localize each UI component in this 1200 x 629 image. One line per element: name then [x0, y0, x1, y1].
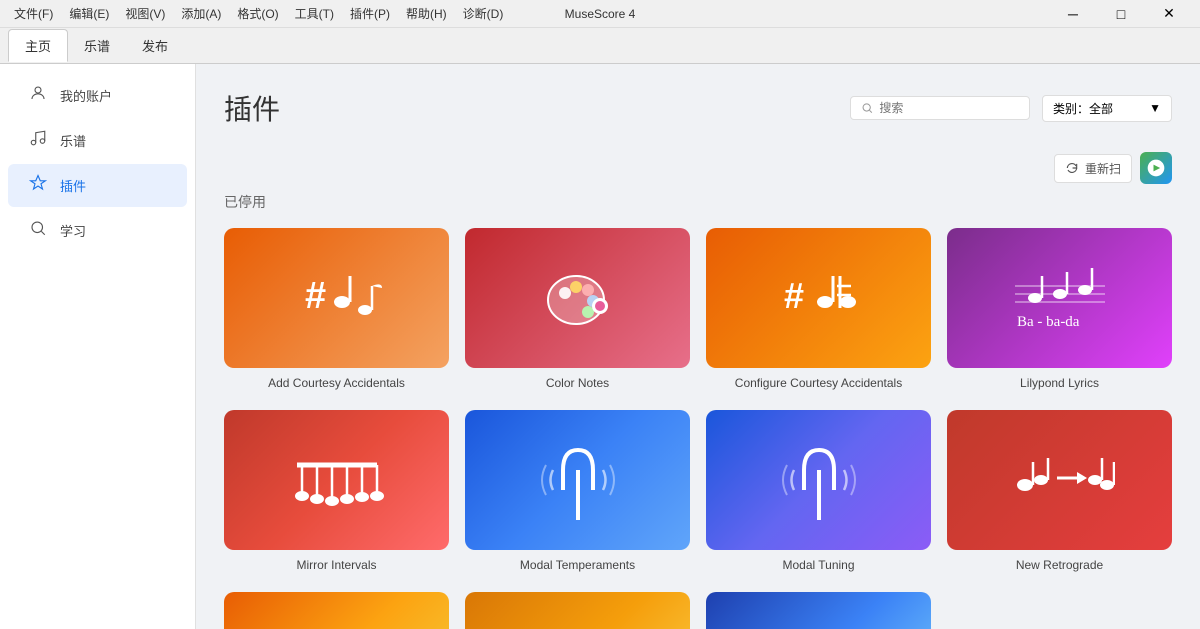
plugin-thumb-mirror — [224, 410, 449, 550]
plugin-thumb-11 — [706, 592, 931, 629]
minimize-button[interactable]: ─ — [1050, 0, 1096, 28]
plugin-color-notes[interactable]: Color Notes — [465, 228, 690, 390]
sidebar-item-scores-label: 乐谱 — [60, 131, 86, 150]
palette-icon — [538, 258, 618, 338]
chevron-down-icon: ▼ — [1149, 101, 1161, 115]
tab-publish[interactable]: 发布 — [126, 30, 184, 61]
category-select[interactable]: 类别：全部 ▼ — [1042, 95, 1172, 122]
plugin-grid-row3: C D E — [224, 592, 1172, 629]
tab-score[interactable]: 乐谱 — [68, 30, 126, 61]
app-title: MuseScore 4 — [565, 7, 636, 21]
plugin-modal-temperaments[interactable]: Modal Temperaments — [465, 410, 690, 572]
menu-file[interactable]: 文件(F) — [8, 3, 59, 24]
plugin-thumb-modal-temp — [465, 410, 690, 550]
plugins-icon — [28, 174, 48, 197]
search-input[interactable] — [879, 101, 1019, 115]
search-icon — [861, 101, 873, 115]
plugin-thumb-color-notes — [465, 228, 690, 368]
window-controls: ─ □ ✕ — [1050, 0, 1192, 28]
plugin-thumb-10: # — [465, 592, 690, 629]
content-area: 插件 类别：全部 ▼ 重新扫 — [196, 64, 1200, 629]
plugin-chords-cde[interactable]: C D E — [224, 592, 449, 629]
menu-bar: 文件(F) 编辑(E) 视图(V) 添加(A) 格式(O) 工具(T) 插件(P… — [8, 3, 509, 24]
sidebar-item-learn-label: 学习 — [60, 221, 86, 240]
plugin-name-configure-accidentals: Configure Courtesy Accidentals — [706, 376, 931, 390]
main-layout: 我的账户 乐谱 插件 学习 插件 — [0, 64, 1200, 629]
menu-edit[interactable]: 编辑(E) — [63, 3, 115, 24]
sidebar-item-account-label: 我的账户 — [60, 86, 112, 105]
plugin-new-retrograde[interactable]: New Retrograde — [947, 410, 1172, 572]
sidebar: 我的账户 乐谱 插件 学习 — [0, 64, 196, 629]
tuningfork2-icon — [779, 435, 859, 525]
plugin-thumb-retrograde — [947, 410, 1172, 550]
menu-tools[interactable]: 工具(T) — [289, 3, 340, 24]
content-header: 插件 类别：全部 ▼ — [224, 88, 1172, 128]
plugin-grid-row2: Mirror Intervals — [224, 410, 1172, 572]
sidebar-item-plugins-label: 插件 — [60, 176, 86, 195]
plugin-thumb-modal-tuning — [706, 410, 931, 550]
tab-bar: 主页 乐谱 发布 — [0, 28, 1200, 64]
accidentals-icon: # — [287, 258, 387, 338]
sidebar-item-plugins[interactable]: 插件 — [8, 164, 187, 207]
maximize-button[interactable]: □ — [1098, 0, 1144, 28]
sidebar-item-scores[interactable]: 乐谱 — [8, 119, 187, 162]
plugin-10[interactable]: # — [465, 592, 690, 629]
refresh-icon — [1065, 161, 1079, 175]
refresh-button[interactable]: 重新扫 — [1054, 154, 1132, 183]
menu-help[interactable]: 帮助(H) — [400, 3, 453, 24]
menu-view[interactable]: 视图(V) — [119, 3, 171, 24]
svg-text:#: # — [784, 275, 804, 316]
header-right: 类别：全部 ▼ — [850, 95, 1172, 122]
plugin10-icon: # — [528, 622, 628, 629]
lyrics-icon: Ba - ba-da — [1005, 258, 1115, 338]
plugin-modal-tuning[interactable]: Modal Tuning — [706, 410, 931, 572]
menu-format[interactable]: 格式(O) — [231, 3, 284, 24]
page-title: 插件 — [224, 88, 280, 128]
menu-debug[interactable]: 诊断(D) — [457, 3, 510, 24]
close-button[interactable]: ✕ — [1146, 0, 1192, 28]
account-icon — [28, 84, 48, 107]
plugin-name-lilypond: Lilypond Lyrics — [947, 376, 1172, 390]
plugin-configure-accidentals[interactable]: # Configure Courtesy Accidentals — [706, 228, 931, 390]
plugin-11[interactable] — [706, 592, 931, 629]
plugin-lilypond[interactable]: Ba - ba-da Lilypond Lyrics — [947, 228, 1172, 390]
svg-text:Ba - ba-da: Ba - ba-da — [1017, 314, 1080, 330]
musescore-logo-icon — [1146, 158, 1166, 178]
plugin-add-courtesy-accidentals[interactable]: # Add Courtesy Accidentals — [224, 228, 449, 390]
mirror-icon — [282, 440, 392, 520]
sidebar-item-account[interactable]: 我的账户 — [8, 74, 187, 117]
plugin-mirror-intervals[interactable]: Mirror Intervals — [224, 410, 449, 572]
plugin-thumb-accidentals: # — [224, 228, 449, 368]
menu-add[interactable]: 添加(A) — [175, 3, 227, 24]
search-box[interactable] — [850, 96, 1030, 120]
section-disabled-title: 已停用 — [224, 192, 1172, 212]
plugin-thumb-chords: C D E — [224, 592, 449, 629]
musescore-logo — [1140, 152, 1172, 184]
menu-plugins[interactable]: 插件(P) — [344, 3, 396, 24]
titlebar: 文件(F) 编辑(E) 视图(V) 添加(A) 格式(O) 工具(T) 插件(P… — [0, 0, 1200, 28]
plugin11-icon — [779, 617, 859, 629]
scores-icon — [28, 129, 48, 152]
retrograde-icon — [1005, 440, 1115, 520]
plugin-name-modal-tuning: Modal Tuning — [706, 558, 931, 572]
plugin-thumb-configure: # — [706, 228, 931, 368]
tab-home[interactable]: 主页 — [8, 29, 68, 62]
plugin-name-color-notes: Color Notes — [465, 376, 690, 390]
configure-accidentals-icon: # — [769, 258, 869, 338]
learn-icon — [28, 219, 48, 242]
tuningfork-icon — [538, 435, 618, 525]
plugin-grid-row1: # Add Courtesy Accidentals — [224, 228, 1172, 390]
plugin-name-new-retrograde: New Retrograde — [947, 558, 1172, 572]
chords-icon: C D E — [282, 622, 392, 629]
refresh-label: 重新扫 — [1085, 160, 1121, 177]
plugin-thumb-lilypond: Ba - ba-da — [947, 228, 1172, 368]
svg-text:#: # — [305, 275, 326, 317]
plugin-name-modal-temperaments: Modal Temperaments — [465, 558, 690, 572]
category-label: 类别：全部 — [1053, 100, 1113, 117]
sidebar-item-learn[interactable]: 学习 — [8, 209, 187, 252]
refresh-area: 重新扫 — [224, 152, 1172, 184]
plugin-name-accidentals: Add Courtesy Accidentals — [224, 376, 449, 390]
plugin-name-mirror-intervals: Mirror Intervals — [224, 558, 449, 572]
